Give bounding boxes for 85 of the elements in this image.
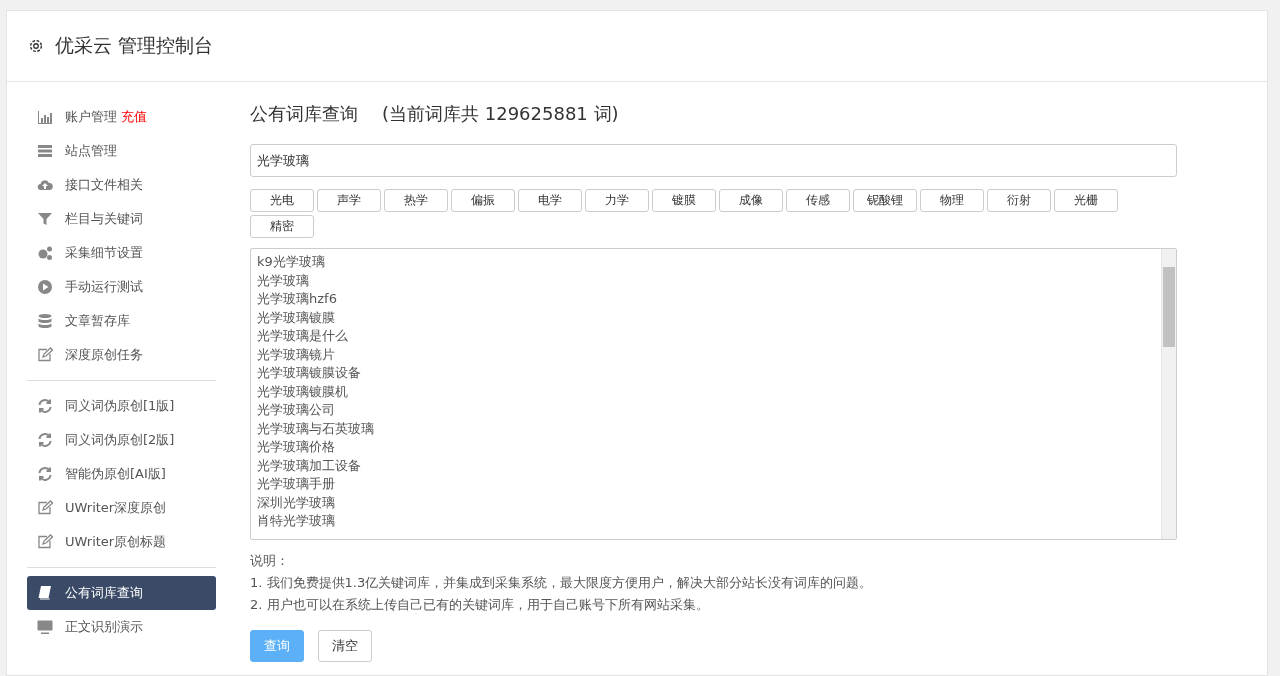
recharge-link[interactable]: 充值 — [121, 108, 147, 126]
sidebar-label: UWriter原创标题 — [65, 533, 167, 551]
sidebar-item[interactable]: 账户管理 充值 — [27, 100, 216, 134]
sidebar-label: 栏目与关键词 — [65, 210, 143, 228]
sidebar-label: 同义词伪原创[2版] — [65, 431, 175, 449]
list-item: 肖特光学玻璃 — [257, 512, 336, 530]
gear-icon — [27, 37, 45, 55]
tag-button[interactable]: 电学 — [518, 189, 582, 212]
book-icon — [37, 585, 53, 601]
list-item: 光学玻璃与石英玻璃 — [257, 419, 375, 438]
monitor-icon — [37, 619, 53, 635]
tag-button[interactable]: 声学 — [317, 189, 381, 212]
edit-icon — [37, 500, 53, 516]
tag-button[interactable]: 偏振 — [451, 189, 515, 212]
list-item: 光学玻璃镀膜设备 — [257, 364, 362, 382]
list-item: 光学玻璃hzf6 — [257, 290, 338, 308]
sidebar-label: 接口文件相关 — [65, 176, 143, 194]
play-icon — [37, 279, 53, 295]
list-item: 光学玻璃镀膜机 — [257, 382, 349, 401]
sidebar-label: 手动运行测试 — [65, 278, 143, 296]
tag-button[interactable]: 精密 — [250, 215, 314, 238]
clear-button[interactable]: 清空 — [318, 630, 372, 662]
search-field[interactable]: 光学玻璃 — [250, 144, 1177, 177]
list-item: 光学玻璃价格 — [257, 438, 336, 456]
sidebar-item[interactable]: 站点管理 — [27, 134, 216, 168]
sidebar-item[interactable]: 接口文件相关 — [27, 168, 216, 202]
note-text: 1. 我们免费提供1.3亿关键词库，并集成到采集系统，最大限度方便用户，解决大部分站长没有词库的问题。 — [250, 574, 874, 592]
tag-button[interactable]: 力学 — [585, 189, 649, 212]
tag-button[interactable]: 光栅 — [1054, 189, 1118, 212]
console-title: 优采云 管理控制台 — [55, 33, 214, 58]
sidebar-item[interactable]: 正文识别演示 — [27, 610, 216, 644]
refresh-icon — [37, 466, 53, 482]
edit-icon — [37, 347, 53, 363]
tag-button[interactable]: 热学 — [384, 189, 448, 212]
server-icon — [37, 143, 53, 159]
sidebar-item[interactable]: 手动运行测试 — [27, 270, 216, 304]
list-item: 光学玻璃手册 — [257, 475, 336, 493]
list-item: k9光学玻璃 — [257, 253, 326, 271]
refresh-icon — [37, 432, 53, 448]
database-icon — [37, 313, 53, 329]
sidebar-item[interactable]: 同义词伪原创[2版] — [27, 423, 216, 457]
cloud-upload-icon — [37, 177, 53, 193]
tag-button[interactable]: 传感 — [786, 189, 850, 212]
list-item: 光学玻璃加工设备 — [257, 456, 362, 475]
sidebar-item[interactable]: 文章暂存库 — [27, 304, 216, 338]
sidebar-label: 文章暂存库 — [65, 312, 130, 330]
scrollbar[interactable] — [1161, 249, 1176, 539]
tag-button[interactable]: 衍射 — [987, 189, 1051, 212]
tag-button[interactable]: 光电 — [250, 189, 314, 212]
tag-button[interactable]: 镀膜 — [652, 189, 716, 212]
sidebar-item[interactable]: 深度原创任务 — [27, 338, 216, 372]
note-text: 说明： — [250, 552, 290, 570]
list-item: 光学玻璃镀膜 — [257, 308, 336, 327]
list-item: 光学玻璃公司 — [257, 401, 336, 419]
sidebar-item[interactable]: UWriter深度原创 — [27, 491, 216, 525]
sidebar-item[interactable]: 公有词库查询 — [27, 576, 216, 610]
sidebar-item[interactable]: 栏目与关键词 — [27, 202, 216, 236]
sidebar-label: 账户管理 — [65, 108, 117, 126]
list-item: 光学玻璃 — [257, 271, 310, 290]
note-text: 2. 用户也可以在系统上传自己已有的关键词库，用于自己账号下所有网站采集。 — [250, 596, 710, 614]
sidebar-item[interactable]: 同义词伪原创[1版] — [27, 389, 216, 423]
keyword-list[interactable]: k9光学玻璃 光学玻璃 光学玻璃hzf6 光学玻璃镀膜 光学玻璃是什么 光学玻璃镜片 光学玻璃镀膜设备 光学玻璃镀膜机 光学玻璃公司 光学玻璃与石英玻璃 光学玻璃价格 光学玻璃加工设备 光学玻璃手册 深圳光学玻璃 肖特光学玻璃 — [250, 248, 1177, 540]
sidebar-label: 正文识别演示 — [65, 618, 143, 636]
sidebar-label: 同义词伪原创[1版] — [65, 397, 175, 415]
list-item: 光学玻璃是什么 — [257, 327, 349, 345]
sidebar-item[interactable]: 采集细节设置 — [27, 236, 216, 270]
sidebar-label: 深度原创任务 — [65, 346, 143, 364]
sidebar-label: 采集细节设置 — [65, 244, 143, 262]
sidebar-item[interactable]: UWriter原创标题 — [27, 525, 216, 559]
refresh-icon — [37, 398, 53, 414]
list-item: 深圳光学玻璃 — [257, 493, 336, 512]
sidebar-label: 公有词库查询 — [65, 584, 143, 602]
filter-icon — [37, 211, 53, 227]
sidebar-item[interactable]: 智能伪原创[AI版] — [27, 457, 216, 491]
tag-button[interactable]: 铌酸锂 — [853, 189, 917, 212]
word-count: (当前词库共 129625881 词) — [382, 102, 619, 126]
tag-button[interactable]: 物理 — [920, 189, 984, 212]
bar-chart-icon — [37, 109, 53, 125]
sidebar-label: 智能伪原创[AI版] — [65, 465, 166, 483]
sidebar-label: 站点管理 — [65, 142, 117, 160]
sidebar-label: UWriter深度原创 — [65, 499, 167, 517]
page-title: 公有词库查询 — [250, 102, 358, 126]
tag-button[interactable]: 成像 — [719, 189, 783, 212]
list-item: 光学玻璃镜片 — [257, 345, 336, 364]
edit-icon — [37, 534, 53, 550]
